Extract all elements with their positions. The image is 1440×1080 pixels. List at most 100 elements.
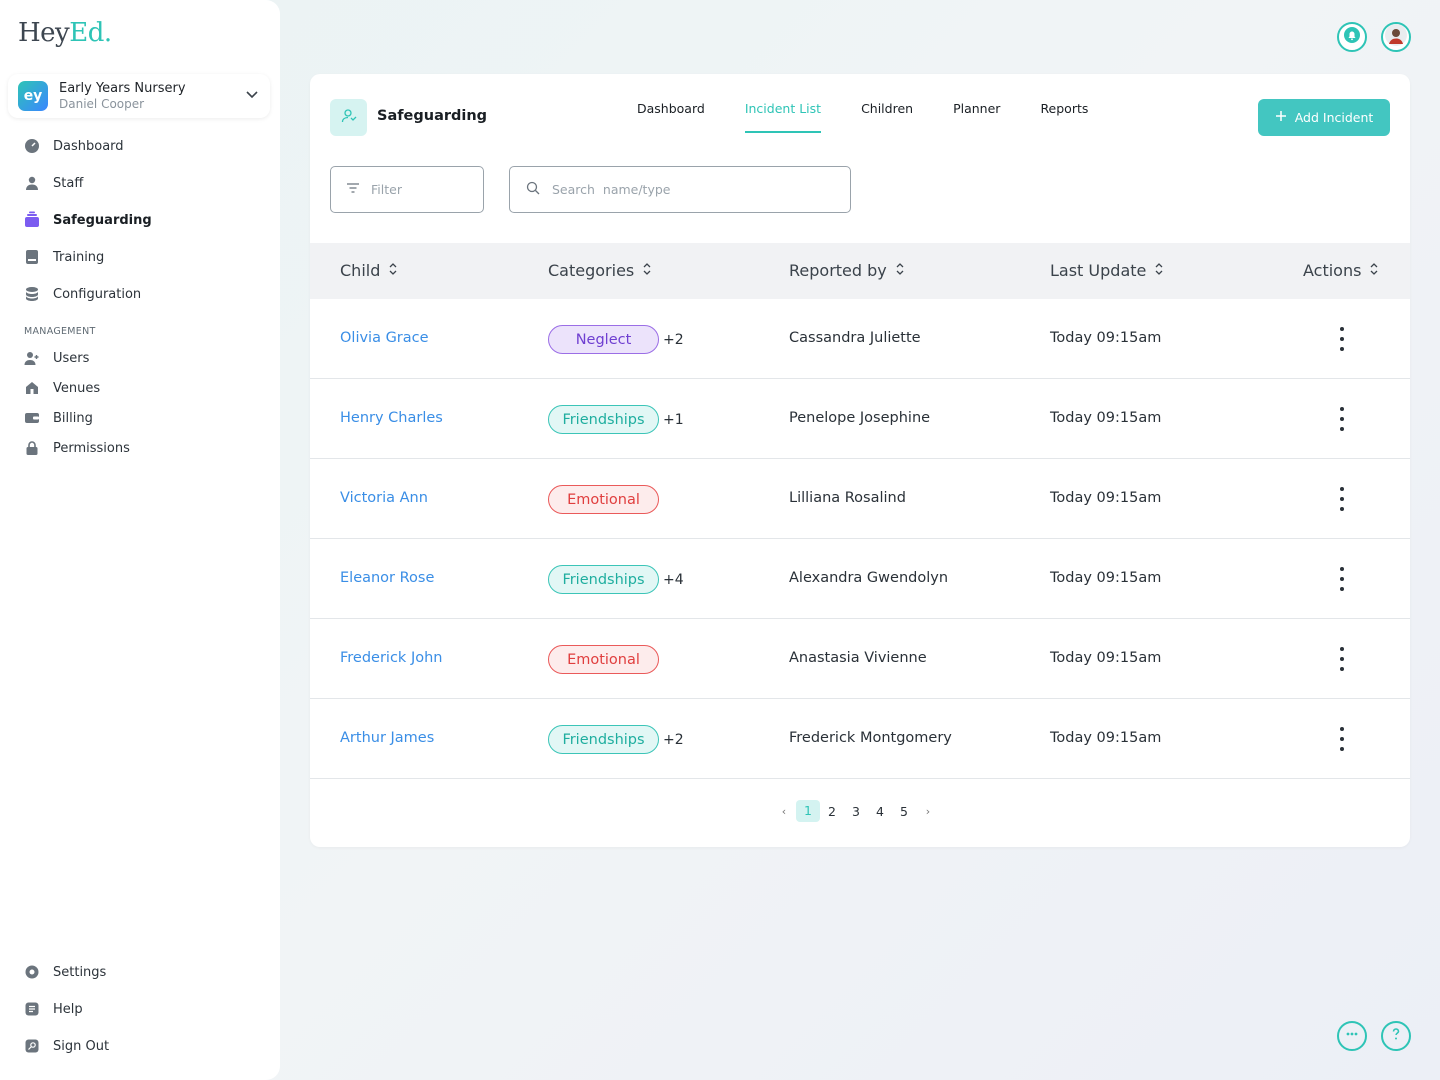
lock-icon: [22, 438, 42, 458]
chevron-down-icon: [244, 86, 260, 106]
child-name-link[interactable]: Frederick John: [340, 650, 442, 666]
tab-incident-list[interactable]: Incident List: [744, 101, 822, 133]
filter-button[interactable]: Filter: [330, 166, 484, 213]
category-badge[interactable]: Friendships: [548, 565, 659, 594]
notifications-button[interactable]: [1337, 22, 1367, 52]
table-row: Arthur James Friendships +2 Frederick Mo…: [310, 699, 1410, 779]
row-actions-button[interactable]: [1335, 407, 1349, 431]
org-name: Early Years Nursery: [59, 81, 186, 96]
gear-icon: [22, 962, 42, 982]
tab-planner[interactable]: Planner: [953, 101, 1000, 133]
last-update-cell: Today 09:15am: [1050, 570, 1162, 586]
column-header-reported-by[interactable]: Reported by: [789, 261, 905, 280]
sort-icon: [388, 261, 398, 280]
category-badge[interactable]: Emotional: [548, 645, 659, 674]
reported-by-cell: Frederick Montgomery: [789, 730, 952, 746]
add-incident-button[interactable]: Add Incident: [1258, 99, 1390, 136]
child-name-link[interactable]: Olivia Grace: [340, 330, 429, 346]
page-button-5[interactable]: 5: [892, 804, 916, 819]
table-header: Child Categories Reported by Last Update…: [310, 243, 1410, 299]
last-update-cell: Today 09:15am: [1050, 410, 1162, 426]
sidebar-item-safeguarding[interactable]: Safeguarding: [22, 209, 152, 231]
category-cell: Emotional: [548, 485, 659, 514]
tab-dashboard[interactable]: Dashboard: [637, 101, 705, 133]
person-icon: [22, 173, 42, 193]
sidebar-item-label: Users: [53, 350, 90, 366]
chat-icon: [1343, 1025, 1361, 1047]
reported-by-cell: Anastasia Vivienne: [789, 650, 927, 666]
category-badge[interactable]: Friendships: [548, 405, 659, 434]
category-badge[interactable]: Emotional: [548, 485, 659, 514]
tab-reports[interactable]: Reports: [1040, 101, 1088, 133]
sidebar-item-label: Sign Out: [53, 1038, 110, 1054]
category-badge[interactable]: Neglect: [548, 325, 659, 354]
row-actions-button[interactable]: [1335, 567, 1349, 591]
category-cell: Neglect +2: [548, 325, 684, 354]
page-button-2[interactable]: 2: [820, 804, 844, 819]
page-button-3[interactable]: 3: [844, 804, 868, 819]
sort-icon: [642, 261, 652, 280]
extra-categories-count[interactable]: +1: [663, 412, 684, 428]
extra-categories-count[interactable]: +2: [663, 332, 684, 348]
category-badge[interactable]: Friendships: [548, 725, 659, 754]
page-button-4[interactable]: 4: [868, 804, 892, 819]
row-actions-button[interactable]: [1335, 487, 1349, 511]
organization-switcher[interactable]: ey Early Years Nursery Daniel Cooper: [8, 74, 270, 118]
chat-button[interactable]: [1337, 1021, 1367, 1051]
sidebar-item-label: Settings: [53, 964, 107, 980]
user-avatar-button[interactable]: [1381, 22, 1411, 52]
sidebar-item-training[interactable]: Training: [22, 246, 104, 268]
next-page-button[interactable]: ›: [916, 805, 940, 818]
sidebar-item-permissions[interactable]: Permissions: [22, 437, 130, 459]
row-actions-button[interactable]: [1335, 727, 1349, 751]
extra-categories-count[interactable]: +2: [663, 732, 684, 748]
sort-icon: [895, 261, 905, 280]
add-user-icon: [22, 348, 42, 368]
sidebar-item-settings[interactable]: Settings: [22, 961, 106, 983]
org-logo: ey: [18, 81, 48, 111]
sidebar: HeyEd. ey Early Years Nursery Daniel Coo…: [0, 0, 280, 1080]
help-button[interactable]: [1381, 1021, 1411, 1051]
logo-accent-text: Ed.: [69, 18, 112, 48]
column-header-last-update[interactable]: Last Update: [1050, 261, 1164, 280]
sidebar-item-label: Permissions: [53, 440, 130, 456]
sidebar-item-sign-out[interactable]: Sign Out: [22, 1035, 109, 1057]
sidebar-item-staff[interactable]: Staff: [22, 172, 83, 194]
tab-children[interactable]: Children: [861, 101, 913, 133]
prev-page-button[interactable]: ‹: [772, 805, 796, 818]
sidebar-item-billing[interactable]: Billing: [22, 407, 93, 429]
sidebar-item-configuration[interactable]: Configuration: [22, 283, 141, 305]
child-name-link[interactable]: Eleanor Rose: [340, 570, 434, 586]
sidebar-item-label: Training: [53, 249, 105, 265]
child-name-link[interactable]: Victoria Ann: [340, 490, 428, 506]
app-logo[interactable]: HeyEd.: [18, 18, 112, 48]
sidebar-item-users[interactable]: Users: [22, 347, 89, 369]
category-cell: Friendships +4: [548, 565, 684, 594]
sidebar-item-help[interactable]: Help: [22, 998, 83, 1020]
sidebar-item-venues[interactable]: Venues: [22, 377, 100, 399]
wallet-icon: [22, 408, 42, 428]
child-name-link[interactable]: Arthur James: [340, 730, 434, 746]
dashboard-icon: [22, 136, 42, 156]
extra-categories-count[interactable]: +4: [663, 572, 684, 588]
search-input[interactable]: [552, 182, 832, 197]
sort-icon: [1369, 261, 1379, 280]
incident-list-card: Safeguarding Dashboard Incident List Chi…: [310, 74, 1410, 847]
row-actions-button[interactable]: [1335, 647, 1349, 671]
row-actions-button[interactable]: [1335, 327, 1349, 351]
question-mark-icon: [1387, 1025, 1405, 1047]
sidebar-item-dashboard[interactable]: Dashboard: [22, 135, 124, 157]
category-cell: Emotional: [548, 645, 659, 674]
reported-by-cell: Cassandra Juliette: [789, 330, 921, 346]
table-row: Henry Charles Friendships +1 Penelope Jo…: [310, 379, 1410, 459]
org-user-name: Daniel Cooper: [59, 97, 145, 111]
last-update-cell: Today 09:15am: [1050, 650, 1162, 666]
support-actions: [1337, 1021, 1411, 1051]
child-name-link[interactable]: Henry Charles: [340, 410, 443, 426]
page-button-1[interactable]: 1: [796, 800, 820, 822]
reported-by-cell: Lilliana Rosalind: [789, 490, 906, 506]
column-header-child[interactable]: Child: [340, 261, 398, 280]
column-header-categories[interactable]: Categories: [548, 261, 652, 280]
column-header-actions[interactable]: Actions: [1303, 261, 1379, 280]
table-row: Frederick John Emotional Anastasia Vivie…: [310, 619, 1410, 699]
